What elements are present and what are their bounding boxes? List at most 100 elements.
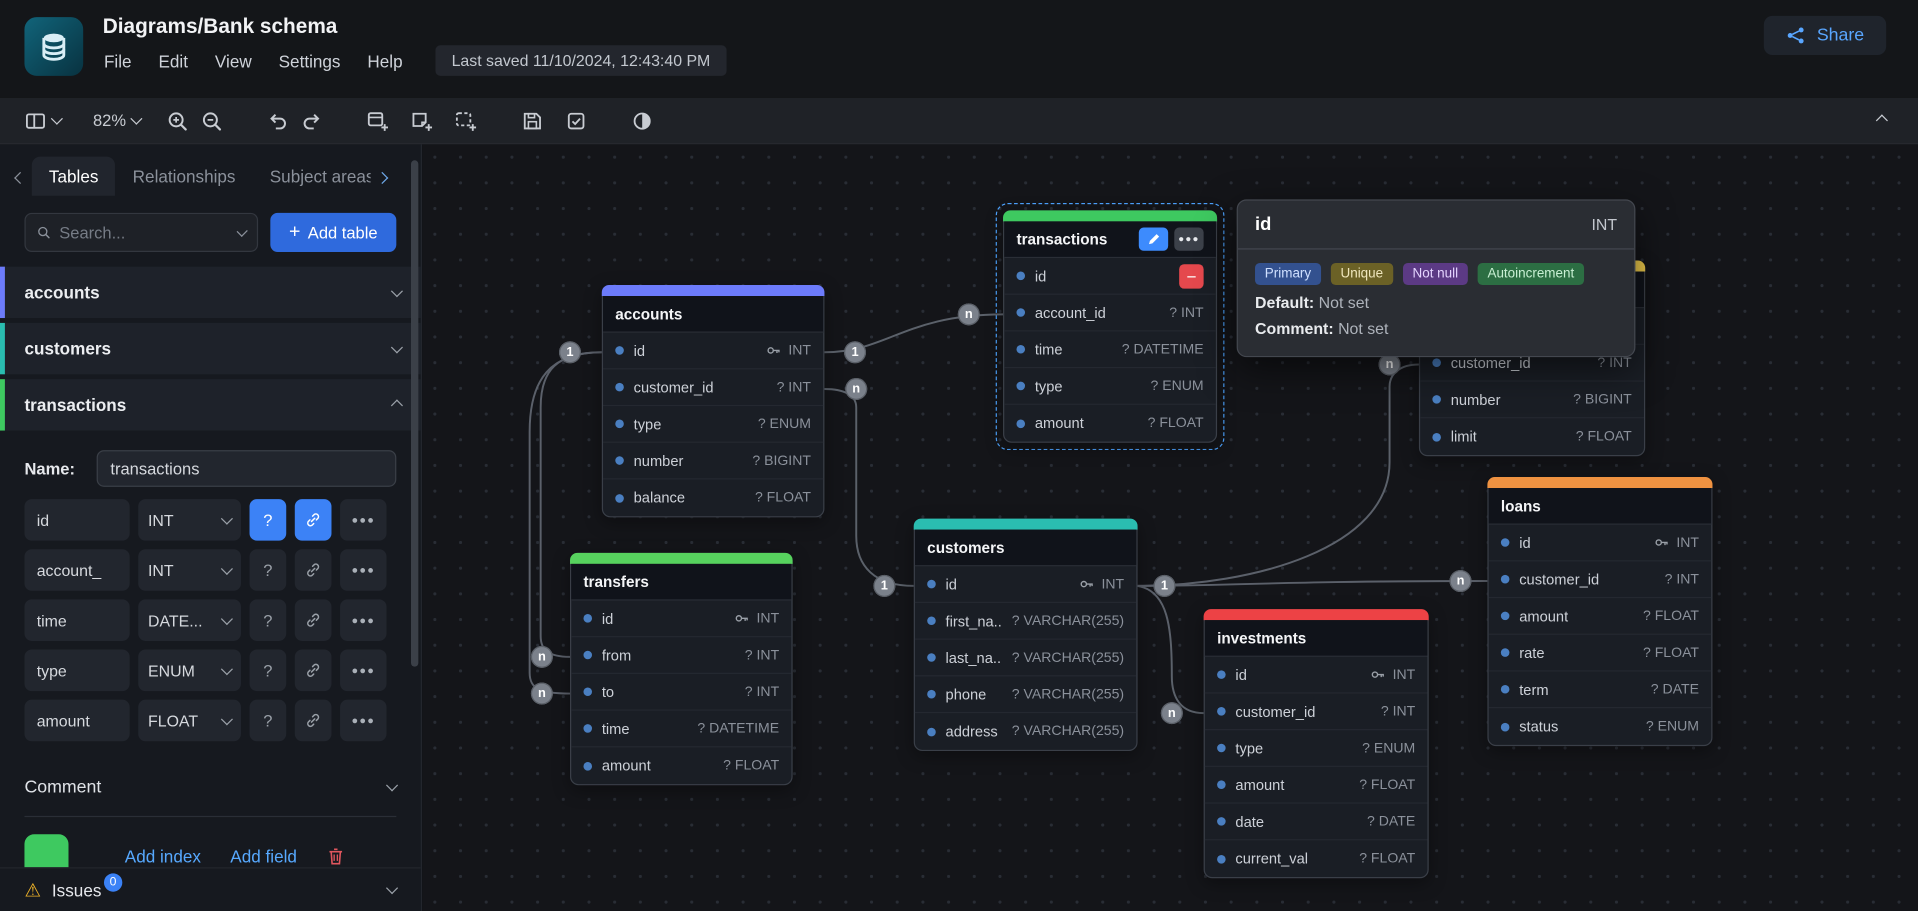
sidebar-item-accounts[interactable]: accounts [0, 267, 421, 318]
table-more-button[interactable]: ●●● [1174, 228, 1203, 251]
undo-button[interactable] [261, 103, 295, 137]
field-name-input[interactable]: amount [24, 700, 129, 742]
table-field-row[interactable]: type? ENUM [603, 406, 823, 443]
zoom-level-button[interactable]: 82% [88, 103, 146, 137]
menu-help[interactable]: Help [354, 46, 416, 75]
field-type-select[interactable]: ENUM [138, 650, 241, 692]
table-field-row[interactable]: current_val? FLOAT [1205, 840, 1428, 877]
nullable-toggle[interactable]: ? [250, 549, 287, 591]
key-toggle[interactable] [295, 499, 332, 541]
field-more-button[interactable]: ●●● [340, 599, 386, 641]
field-more-button[interactable]: ●●● [340, 499, 386, 541]
save-button[interactable] [515, 103, 549, 137]
sidebar-item-transactions[interactable]: transactions [0, 379, 421, 430]
add-area-tool-button[interactable] [449, 103, 483, 137]
table-field-row[interactable]: to? INT [571, 674, 791, 711]
key-toggle[interactable] [295, 650, 332, 692]
field-type-select[interactable]: INT [138, 549, 241, 591]
table-card-accounts[interactable]: accounts idINTcustomer_id? INTtype? ENUM… [602, 285, 825, 517]
search-dropdown-icon[interactable] [237, 225, 248, 236]
comment-section[interactable]: Comment [24, 758, 396, 817]
field-type-select[interactable]: INT [138, 499, 241, 541]
app-logo[interactable] [24, 17, 83, 76]
todo-button[interactable] [559, 103, 593, 137]
key-toggle[interactable] [295, 599, 332, 641]
table-card-transfers[interactable]: transfers idINTfrom? INTto? INTtime? DAT… [570, 553, 793, 785]
table-field-row[interactable]: rate? FLOAT [1489, 635, 1712, 672]
nullable-toggle[interactable]: ? [250, 700, 287, 742]
table-field-row[interactable]: number? BIGINT [1420, 382, 1644, 419]
table-field-row[interactable]: idINT [603, 333, 823, 370]
field-more-button[interactable]: ●●● [340, 650, 386, 692]
tabs-scroll-left-button[interactable] [7, 159, 31, 196]
field-type-select[interactable]: DATE... [138, 599, 241, 641]
table-card-loans[interactable]: loans idINTcustomer_id? INTamount? FLOAT… [1487, 477, 1712, 746]
share-button[interactable]: Share [1764, 16, 1886, 55]
zoom-out-button[interactable] [195, 103, 229, 137]
menu-settings[interactable]: Settings [265, 46, 354, 75]
nullable-toggle[interactable]: ? [250, 599, 287, 641]
layout-panels-button[interactable] [20, 103, 66, 137]
field-name-input[interactable]: time [24, 599, 129, 641]
sidebar-item-customers[interactable]: customers [0, 323, 421, 374]
table-field-row[interactable]: idINT [1205, 657, 1428, 694]
nullable-toggle[interactable]: ? [250, 499, 287, 541]
table-field-row[interactable]: idINT [1489, 525, 1712, 562]
menu-view[interactable]: View [201, 46, 265, 75]
theme-contrast-button[interactable] [625, 103, 659, 137]
collapse-header-button[interactable] [1864, 103, 1898, 137]
diagram-canvas[interactable]: credit_cards idINTcustomer_id? INTnumber… [422, 144, 1918, 911]
tab-tables[interactable]: Tables [32, 157, 116, 196]
table-field-row[interactable]: type? ENUM [1205, 730, 1428, 767]
table-field-row[interactable]: number? BIGINT [603, 443, 823, 480]
table-field-row[interactable]: date? DATE [1205, 804, 1428, 841]
table-field-row[interactable]: customer_id? INT [1489, 561, 1712, 598]
field-more-button[interactable]: ●●● [340, 549, 386, 591]
add-table-button[interactable]: + Add table [270, 213, 396, 252]
nullable-toggle[interactable]: ? [250, 650, 287, 692]
redo-button[interactable] [295, 103, 329, 137]
field-type-select[interactable]: FLOAT [138, 700, 241, 742]
tab-subject-areas[interactable]: Subject areas [253, 157, 370, 196]
table-field-row[interactable]: last_na...? VARCHAR(255) [915, 640, 1136, 677]
table-card-investments[interactable]: investments idINTcustomer_id? INTtype? E… [1204, 609, 1429, 878]
table-field-row[interactable]: type? ENUM [1004, 368, 1216, 405]
table-field-row[interactable]: idINT [915, 566, 1136, 603]
key-toggle[interactable] [295, 549, 332, 591]
edit-table-button[interactable] [1139, 228, 1168, 251]
table-field-row[interactable]: time? DATETIME [571, 711, 791, 748]
field-more-button[interactable]: ●●● [340, 700, 386, 742]
field-name-input[interactable]: account_ [24, 549, 129, 591]
add-table-tool-button[interactable] [361, 103, 395, 137]
table-field-row[interactable]: amount? FLOAT [1205, 767, 1428, 804]
field-name-input[interactable]: id [24, 499, 129, 541]
search-box[interactable] [24, 213, 258, 252]
table-field-row[interactable]: limit? FLOAT [1420, 418, 1644, 455]
table-field-row[interactable]: account_id? INT [1004, 295, 1216, 332]
table-field-row[interactable]: customer_id? INT [603, 369, 823, 406]
table-field-row[interactable]: amount? FLOAT [1489, 598, 1712, 635]
menu-file[interactable]: File [91, 46, 146, 75]
field-name-input[interactable]: type [24, 650, 129, 692]
delete-table-button[interactable] [326, 846, 344, 866]
table-field-row[interactable]: amount? FLOAT [571, 747, 791, 784]
sidebar-scrollbar[interactable] [411, 160, 418, 666]
table-field-row[interactable]: first_na...? VARCHAR(255) [915, 603, 1136, 640]
search-input[interactable] [59, 223, 230, 241]
table-field-row[interactable]: address? VARCHAR(255) [915, 713, 1136, 750]
table-field-row[interactable]: balance? FLOAT [603, 479, 823, 516]
table-field-row[interactable]: from? INT [571, 637, 791, 674]
issues-bar[interactable]: ⚠ Issues 0 [0, 867, 421, 911]
table-field-row[interactable]: time? DATETIME [1004, 331, 1216, 368]
table-field-row[interactable]: idINT [571, 601, 791, 638]
table-field-row[interactable]: term? DATE [1489, 672, 1712, 709]
table-card-transactions[interactable]: transactions ●●● id−account_id? INTtime?… [1003, 210, 1217, 442]
table-name-input[interactable] [97, 450, 396, 487]
key-toggle[interactable] [295, 700, 332, 742]
tabs-scroll-right-button[interactable] [370, 159, 394, 196]
delete-field-button[interactable]: − [1179, 264, 1203, 288]
table-field-row[interactable]: phone? VARCHAR(255) [915, 676, 1136, 713]
table-field-row[interactable]: id− [1004, 258, 1216, 295]
tab-relationships[interactable]: Relationships [116, 157, 253, 196]
table-field-row[interactable]: amount? FLOAT [1004, 405, 1216, 442]
